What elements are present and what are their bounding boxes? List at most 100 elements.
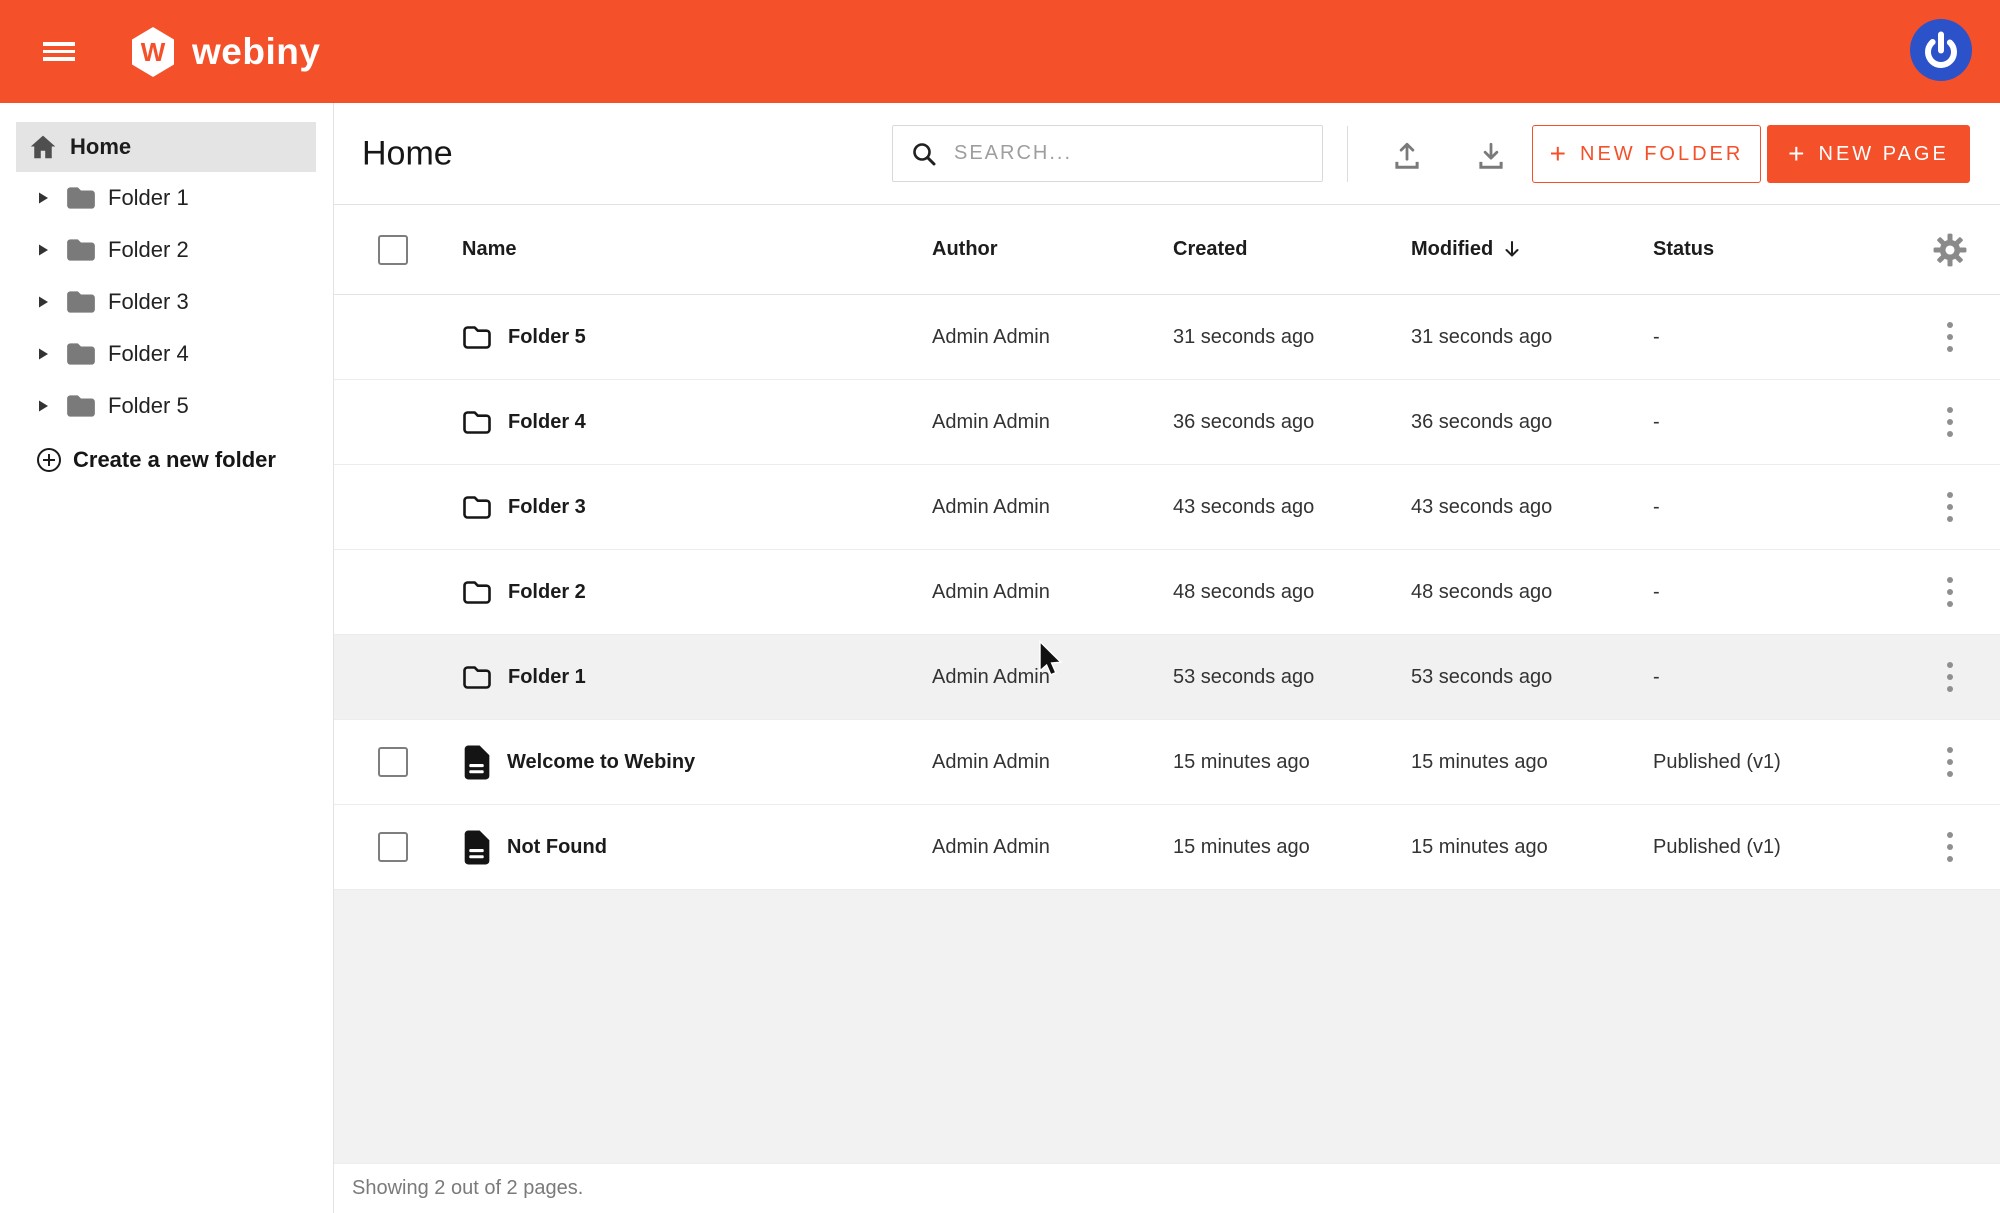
page-document-icon [462, 744, 491, 781]
row-author: Admin Admin [932, 326, 1173, 349]
folder-filled-icon [65, 393, 97, 419]
folder-icon [462, 324, 492, 350]
table-row[interactable]: Not Found Admin Admin 15 minutes ago 15 … [334, 805, 2000, 890]
search-icon [911, 141, 937, 167]
folder-filled-icon [65, 185, 97, 211]
row-checkbox[interactable] [378, 747, 408, 777]
sidebar-item-label: Folder 2 [108, 237, 189, 263]
row-name[interactable]: Folder 5 [508, 326, 586, 349]
table-row[interactable]: Folder 4 Admin Admin 36 seconds ago 36 s… [334, 380, 2000, 465]
column-header-status[interactable]: Status [1653, 238, 1920, 261]
row-created: 48 seconds ago [1173, 581, 1411, 604]
column-header-modified[interactable]: Modified [1411, 238, 1653, 261]
sidebar-folder-tree: Folder 1 Folder 2 Folder 3 Folder 4 Fold… [0, 172, 333, 432]
row-name[interactable]: Not Found [507, 836, 607, 859]
webiny-logo: W webiny [131, 0, 320, 103]
row-name[interactable]: Folder 3 [508, 496, 586, 519]
kebab-menu-icon[interactable] [1945, 490, 1955, 524]
topbar: W webiny [0, 0, 2000, 103]
row-author: Admin Admin [932, 581, 1173, 604]
folder-icon [462, 409, 492, 435]
row-select-cell [378, 747, 462, 777]
sidebar-item-home[interactable]: Home [16, 122, 316, 172]
export-pages-button[interactable] [1390, 139, 1424, 173]
select-all-checkbox[interactable] [378, 235, 408, 265]
new-folder-button[interactable]: + NEW FOLDER [1532, 125, 1761, 183]
new-page-button[interactable]: + NEW PAGE [1767, 125, 1970, 183]
sidebar-item-label: Folder 5 [108, 393, 189, 419]
empty-area [334, 890, 2000, 1163]
column-header-author[interactable]: Author [932, 238, 1173, 261]
sidebar-item-folder-5[interactable]: Folder 5 [0, 380, 333, 432]
table-row[interactable]: Folder 3 Admin Admin 43 seconds ago 43 s… [334, 465, 2000, 550]
row-name[interactable]: Welcome to Webiny [507, 751, 695, 774]
user-avatar[interactable] [1909, 18, 1973, 82]
row-modified: 36 seconds ago [1411, 411, 1653, 434]
row-name[interactable]: Folder 2 [508, 581, 586, 604]
import-pages-button[interactable] [1474, 139, 1508, 173]
logo-letter: W [141, 37, 166, 67]
row-name[interactable]: Folder 1 [508, 666, 586, 689]
row-name[interactable]: Folder 4 [508, 411, 586, 434]
toolbar-divider [1347, 126, 1348, 182]
row-modified: 43 seconds ago [1411, 496, 1653, 519]
row-status: - [1653, 496, 1920, 519]
row-created: 53 seconds ago [1173, 666, 1411, 689]
table-row[interactable]: Folder 5 Admin Admin 31 seconds ago 31 s… [334, 295, 2000, 380]
chevron-right-icon[interactable] [38, 191, 50, 205]
search-input[interactable] [952, 141, 1302, 166]
chevron-right-icon[interactable] [38, 295, 50, 309]
plus-icon: + [1788, 140, 1804, 168]
sidebar-item-folder-2[interactable]: Folder 2 [0, 224, 333, 276]
kebab-menu-icon[interactable] [1945, 660, 1955, 694]
download-icon [1475, 140, 1507, 172]
webiny-hexagon-icon: W [131, 27, 175, 77]
sidebar-item-folder-1[interactable]: Folder 1 [0, 172, 333, 224]
row-modified: 15 minutes ago [1411, 836, 1653, 859]
row-created: 15 minutes ago [1173, 751, 1411, 774]
sidebar-item-folder-3[interactable]: Folder 3 [0, 276, 333, 328]
table-header: Name Author Created Modified Status [334, 205, 2000, 295]
folder-filled-icon [65, 341, 97, 367]
row-checkbox[interactable] [378, 832, 408, 862]
row-modified: 31 seconds ago [1411, 326, 1653, 349]
home-icon [29, 134, 57, 160]
folder-filled-icon [65, 289, 97, 315]
sidebar: Home Folder 1 Folder 2 Folder 3 Folder 4… [0, 103, 334, 1213]
page-title: Home [362, 134, 453, 173]
footer: Showing 2 out of 2 pages. [334, 1163, 2000, 1213]
row-author: Admin Admin [932, 666, 1173, 689]
plus-icon: + [1550, 140, 1566, 168]
row-select-cell [378, 832, 462, 862]
column-header-name[interactable]: Name [462, 238, 932, 261]
new-page-label: NEW PAGE [1819, 143, 1949, 166]
folder-icon [462, 579, 492, 605]
chevron-right-icon[interactable] [38, 399, 50, 413]
sort-desc-icon [1501, 239, 1523, 261]
create-new-folder-button[interactable]: Create a new folder [0, 432, 333, 488]
row-status: - [1653, 326, 1920, 349]
kebab-menu-icon[interactable] [1945, 575, 1955, 609]
kebab-menu-icon[interactable] [1945, 320, 1955, 354]
row-created: 43 seconds ago [1173, 496, 1411, 519]
toolbar: Home + NEW FOLDER + [334, 103, 2000, 205]
column-settings-gear-icon[interactable] [1933, 233, 1967, 267]
table-row[interactable]: Folder 2 Admin Admin 48 seconds ago 48 s… [334, 550, 2000, 635]
table-row[interactable]: Welcome to Webiny Admin Admin 15 minutes… [334, 720, 2000, 805]
sidebar-item-folder-4[interactable]: Folder 4 [0, 328, 333, 380]
main-content: Home + NEW FOLDER + [334, 103, 2000, 1213]
chevron-right-icon[interactable] [38, 243, 50, 257]
kebab-menu-icon[interactable] [1945, 830, 1955, 864]
hamburger-menu-icon[interactable] [43, 42, 75, 61]
table-row[interactable]: Folder 1 Admin Admin 53 seconds ago 53 s… [334, 635, 2000, 720]
folder-filled-icon [65, 237, 97, 263]
column-header-created[interactable]: Created [1173, 238, 1411, 261]
chevron-right-icon[interactable] [38, 347, 50, 361]
sidebar-item-label: Folder 1 [108, 185, 189, 211]
row-author: Admin Admin [932, 496, 1173, 519]
create-new-folder-label: Create a new folder [73, 447, 276, 473]
search-box [892, 125, 1323, 182]
kebab-menu-icon[interactable] [1945, 405, 1955, 439]
kebab-menu-icon[interactable] [1945, 745, 1955, 779]
row-status: - [1653, 411, 1920, 434]
